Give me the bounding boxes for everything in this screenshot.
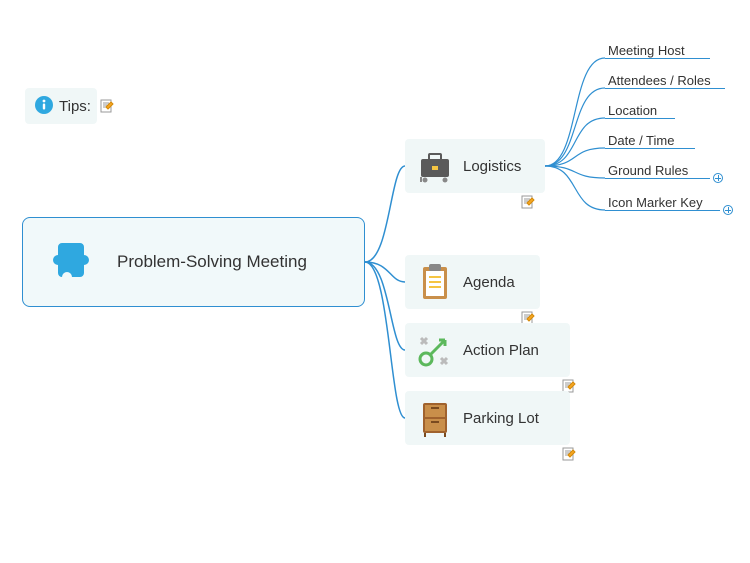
expand-button[interactable] (713, 173, 723, 183)
leaf-underline (605, 118, 675, 119)
leaf-underline (605, 58, 710, 59)
leaf-underline (605, 148, 695, 149)
note-icon[interactable] (562, 447, 576, 461)
info-icon (35, 96, 53, 116)
leaf-iconmarkerkey[interactable]: Icon Marker Key (608, 195, 703, 210)
leaf-datetime[interactable]: Date / Time (608, 133, 674, 148)
leaf-groundrules[interactable]: Ground Rules (608, 163, 688, 178)
clipboard-icon (415, 262, 455, 302)
leaf-location[interactable]: Location (608, 103, 657, 118)
leaf-label: Ground Rules (608, 163, 688, 178)
actionplan-label: Action Plan (463, 342, 539, 359)
note-icon[interactable] (100, 99, 114, 113)
logistics-label: Logistics (463, 158, 521, 175)
leaf-label: Location (608, 103, 657, 118)
tips-node[interactable]: Tips: (25, 88, 97, 124)
agenda-node[interactable]: Agenda (405, 255, 540, 309)
parkinglot-label: Parking Lot (463, 410, 539, 427)
strategy-icon (415, 330, 455, 370)
leaf-underline (605, 178, 710, 179)
leaf-label: Attendees / Roles (608, 73, 711, 88)
cabinet-icon (415, 398, 455, 438)
tips-label: Tips: (59, 98, 91, 115)
leaf-underline (605, 88, 725, 89)
leaf-underline (605, 210, 720, 211)
logistics-node[interactable]: Logistics (405, 139, 545, 193)
root-node[interactable]: Problem-Solving Meeting (22, 217, 365, 307)
actionplan-node[interactable]: Action Plan (405, 323, 570, 377)
expand-button[interactable] (723, 205, 733, 215)
agenda-label: Agenda (463, 274, 515, 291)
parkinglot-node[interactable]: Parking Lot (405, 391, 570, 445)
briefcase-icon (415, 146, 455, 186)
leaf-meeting-host[interactable]: Meeting Host (608, 43, 685, 58)
leaf-label: Date / Time (608, 133, 674, 148)
leaf-label: Icon Marker Key (608, 195, 703, 210)
note-icon[interactable] (521, 195, 535, 209)
puzzle-icon (43, 232, 103, 292)
leaf-label: Meeting Host (608, 43, 685, 58)
root-label: Problem-Solving Meeting (117, 252, 307, 272)
leaf-attendees[interactable]: Attendees / Roles (608, 73, 711, 88)
